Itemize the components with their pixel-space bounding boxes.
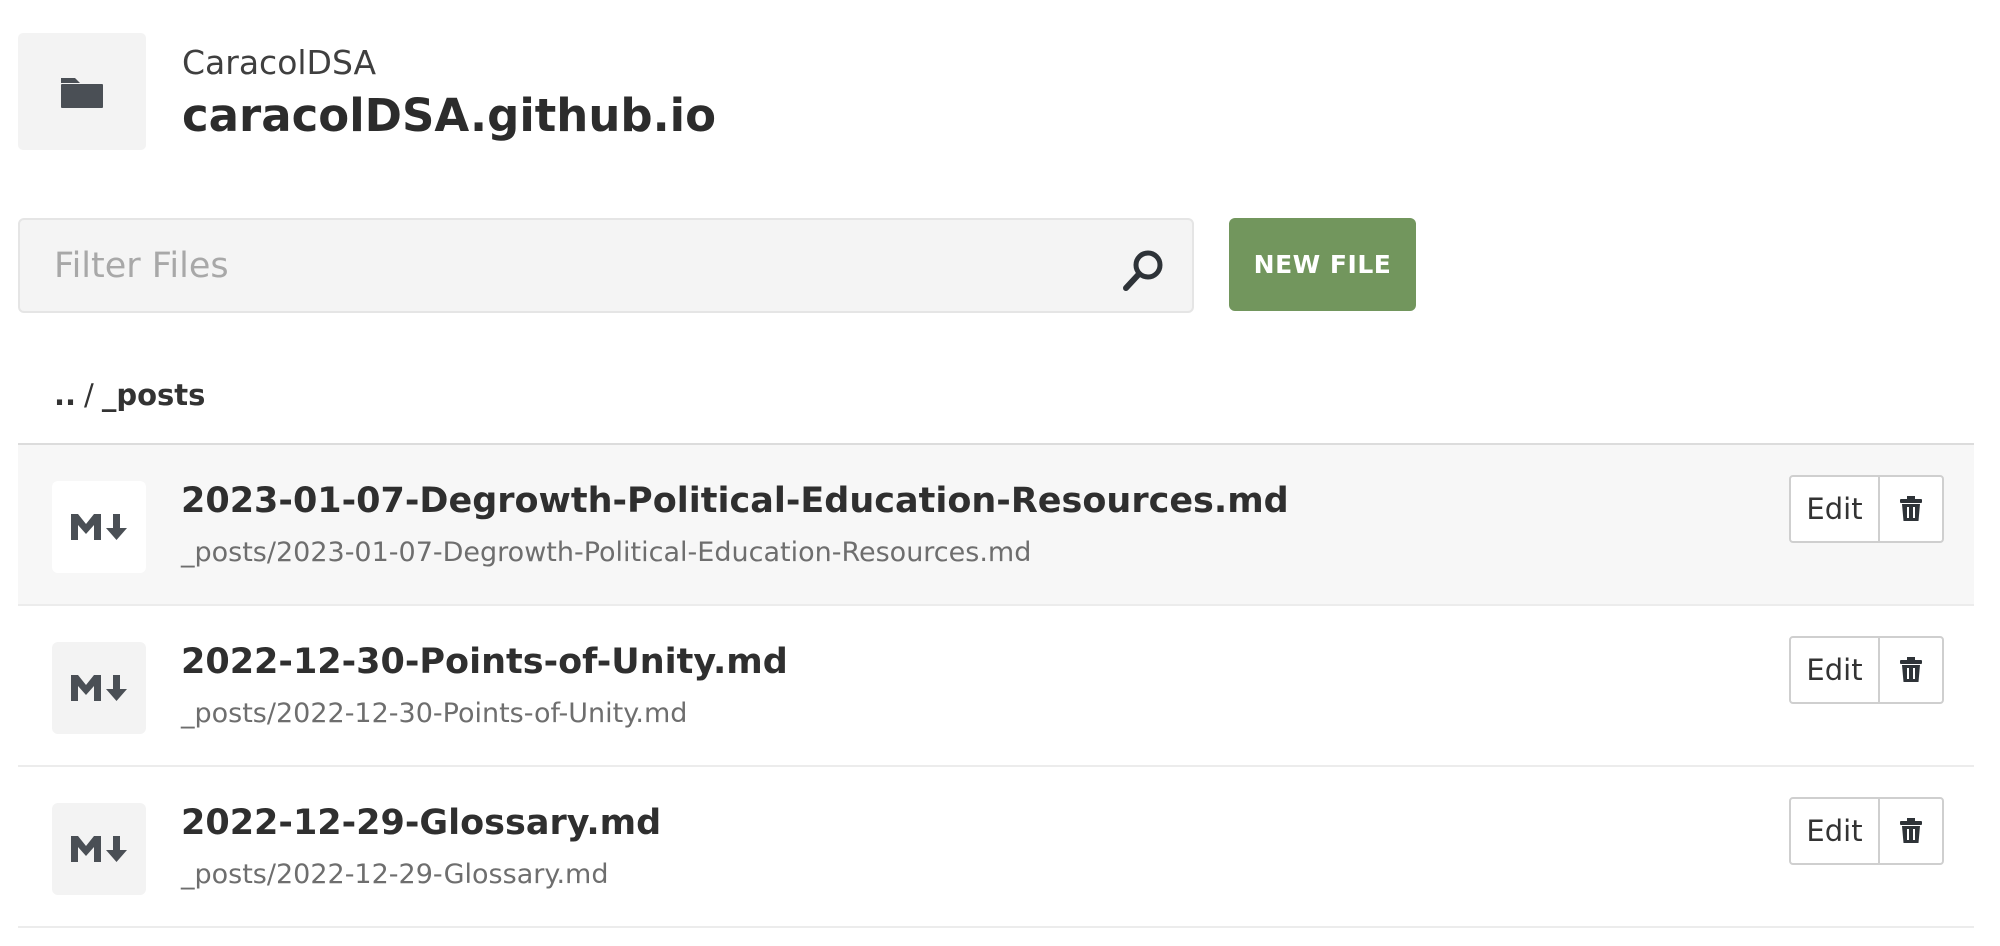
delete-button[interactable] (1880, 477, 1942, 541)
breadcrumb-up-link[interactable]: .. (54, 378, 76, 412)
file-path: _posts/2022-12-30-Points-of-Unity.md (181, 698, 688, 729)
file-row[interactable]: 2023-01-07-Degrowth-Political-Education-… (18, 445, 1974, 606)
breadcrumb-current: _posts (101, 378, 206, 412)
file-name[interactable]: 2022-12-30-Points-of-Unity.md (181, 642, 788, 682)
file-row[interactable]: 2022-12-29-Glossary.md _posts/2022-12-29… (18, 767, 1974, 928)
search-icon[interactable] (1120, 246, 1168, 294)
delete-button[interactable] (1880, 799, 1942, 863)
search-box (18, 218, 1194, 313)
file-name[interactable]: 2022-12-29-Glossary.md (181, 803, 661, 843)
new-file-button[interactable]: NEW FILE (1229, 218, 1416, 311)
trash-icon (1900, 657, 1922, 682)
folder-icon (61, 77, 103, 108)
file-actions: Edit (1789, 475, 1944, 543)
breadcrumb-separator: / (84, 378, 94, 412)
file-actions: Edit (1789, 797, 1944, 865)
breadcrumb: .. / _posts (54, 378, 205, 412)
repo-header: CaracolDSA caracolDSA.github.io (18, 33, 1978, 150)
markdown-icon (71, 675, 127, 701)
file-path: _posts/2023-01-07-Degrowth-Political-Edu… (181, 537, 1032, 568)
edit-button[interactable]: Edit (1791, 477, 1880, 541)
file-row[interactable]: 2022-12-30-Points-of-Unity.md _posts/202… (18, 606, 1974, 767)
repo-owner: CaracolDSA (182, 43, 377, 82)
file-actions: Edit (1789, 636, 1944, 704)
file-path: _posts/2022-12-29-Glossary.md (181, 859, 609, 890)
trash-icon (1900, 818, 1922, 843)
file-name[interactable]: 2023-01-07-Degrowth-Political-Education-… (181, 481, 1289, 521)
repo-name: caracolDSA.github.io (182, 89, 717, 142)
file-list: 2023-01-07-Degrowth-Political-Education-… (18, 443, 1974, 928)
markdown-icon (71, 836, 127, 862)
delete-button[interactable] (1880, 638, 1942, 702)
file-icon-box (52, 481, 146, 573)
repo-icon-box (18, 33, 146, 150)
edit-button[interactable]: Edit (1791, 638, 1880, 702)
file-icon-box (52, 803, 146, 895)
markdown-icon (71, 514, 127, 540)
search-input[interactable] (20, 220, 1192, 311)
file-icon-box (52, 642, 146, 734)
trash-icon (1900, 496, 1922, 521)
edit-button[interactable]: Edit (1791, 799, 1880, 863)
